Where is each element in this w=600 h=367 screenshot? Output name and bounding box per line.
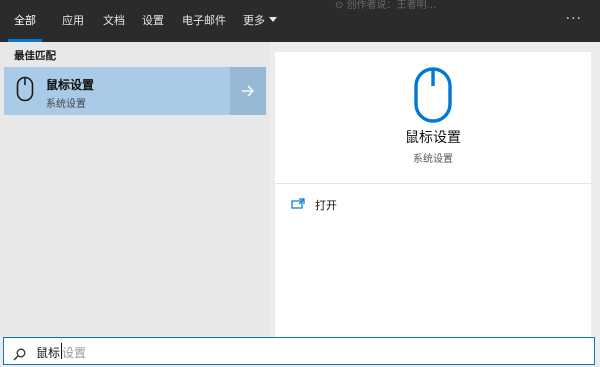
partial-header-text: ⊙ 创作者说：王者明… [335, 0, 437, 11]
tab-settings[interactable]: 设置 [138, 0, 168, 42]
detail-subtitle: 系统设置 [413, 154, 453, 165]
tab-all[interactable]: 全部 [8, 0, 42, 42]
search-filter-bar: ⊙ 创作者说：王者明… 全部 应用 文档 设置 电子邮件 更多 ··· [0, 0, 600, 42]
tab-more-label: 更多 [243, 14, 265, 27]
open-label: 打开 [315, 199, 337, 212]
search-icon [13, 346, 26, 365]
tab-apps[interactable]: 应用 [58, 0, 88, 42]
arrow-right-icon [242, 85, 254, 97]
results-pane: 最佳匹配 鼠标设置 系统设置 [0, 42, 270, 337]
search-autocomplete: 设置 [62, 346, 87, 360]
mouse-icon [16, 76, 34, 106]
open-action[interactable]: 打开 [289, 194, 409, 214]
open-window-icon [291, 198, 305, 209]
result-subtitle: 系统设置 [46, 99, 86, 110]
best-match-label: 最佳匹配 [14, 50, 56, 62]
search-bar[interactable]: 鼠标 设置 [3, 337, 595, 365]
search-input-text[interactable]: 鼠标 [36, 344, 60, 361]
detail-title: 鼠标设置 [405, 130, 461, 146]
detail-pane: 鼠标设置 系统设置 打开 [275, 52, 591, 337]
best-match-result[interactable]: 鼠标设置 系统设置 [4, 67, 230, 115]
chevron-down-icon [269, 17, 277, 22]
result-title: 鼠标设置 [46, 78, 95, 92]
mouse-icon [413, 66, 453, 128]
tab-documents[interactable]: 文档 [99, 0, 129, 42]
open-detail-button[interactable] [230, 67, 266, 115]
divider [275, 183, 591, 184]
tab-email[interactable]: 电子邮件 [178, 0, 230, 42]
more-options-button[interactable]: ··· [566, 0, 582, 42]
tab-more[interactable]: 更多 [240, 0, 280, 42]
